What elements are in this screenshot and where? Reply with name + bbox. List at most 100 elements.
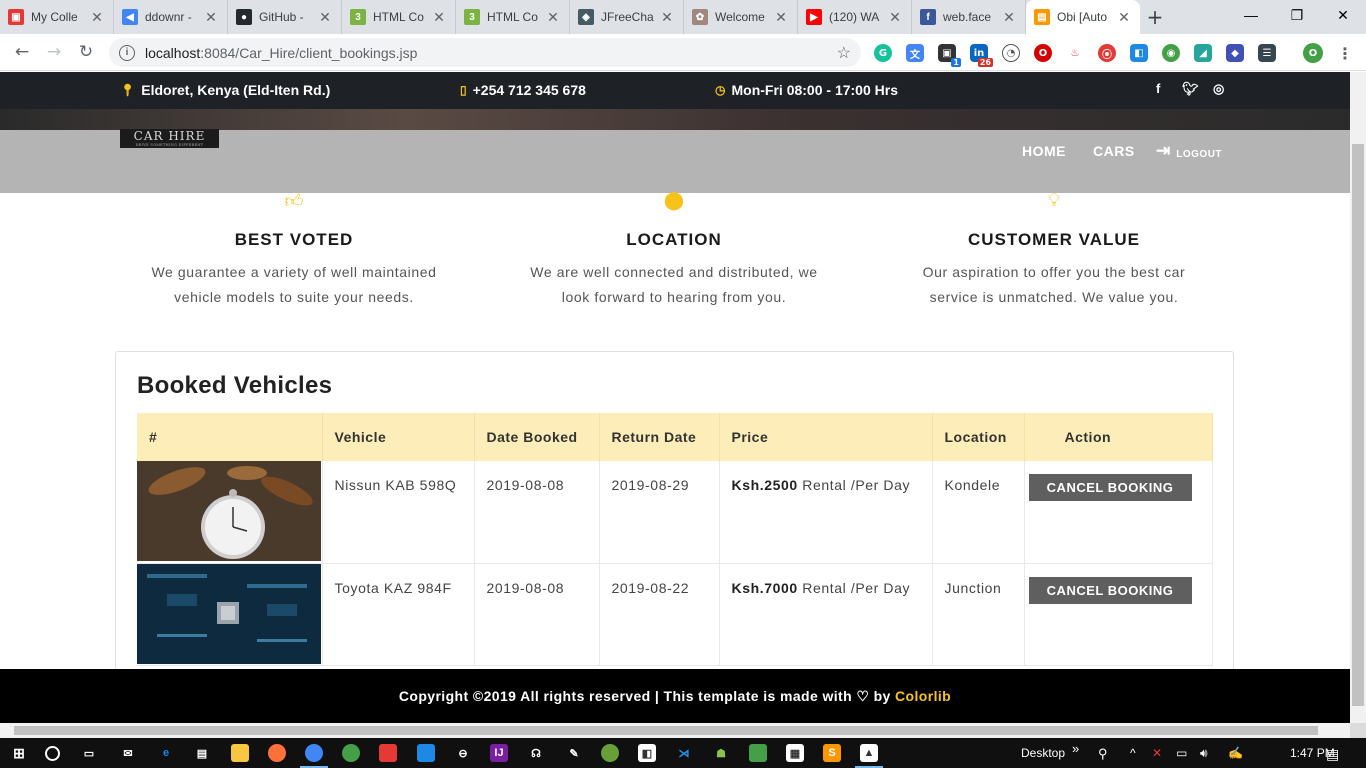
chrome-menu-icon[interactable]: ⋮: [1336, 44, 1354, 63]
office-app-icon[interactable]: [379, 744, 397, 762]
virtualbox-icon[interactable]: [417, 744, 435, 762]
forward-button[interactable]: →: [38, 36, 70, 68]
maximize-button[interactable]: ❐: [1274, 0, 1320, 30]
browser-tab[interactable]: 3 HTML Co ✕: [456, 0, 570, 34]
tab-close-icon[interactable]: ✕: [545, 9, 561, 26]
box-extension-icon[interactable]: ▣ 1: [938, 44, 961, 67]
close-window-button[interactable]: ✕: [1320, 0, 1366, 30]
browser-tab[interactable]: ▶ (120) WA ✕: [798, 0, 912, 34]
date-booked-cell: 2019-08-08: [474, 563, 600, 666]
tab-close-icon[interactable]: ✕: [203, 9, 219, 26]
profile-avatar[interactable]: O: [1303, 43, 1323, 63]
tab-close-icon[interactable]: ✕: [431, 9, 447, 26]
windows-start-icon[interactable]: ⊞: [10, 744, 28, 762]
translate-extension-icon[interactable]: 文: [906, 44, 924, 62]
file-explorer-icon[interactable]: [231, 744, 249, 762]
globe-app-icon[interactable]: [342, 744, 360, 762]
cancel-booking-button[interactable]: CANCEL BOOKING: [1028, 576, 1192, 604]
chrome-taskbar-icon[interactable]: [300, 744, 328, 768]
site-logo[interactable]: CAR HIRE DRIVE SOMETHING DIFFERENT: [120, 129, 219, 148]
bin-app-icon[interactable]: [749, 744, 767, 762]
toolbar-expand-icon[interactable]: »: [1072, 741, 1079, 756]
horizontal-scrollbar[interactable]: [0, 723, 1350, 738]
intellij-icon[interactable]: IJ: [490, 744, 508, 762]
browser-tab[interactable]: f web.face ✕: [912, 0, 1026, 34]
tab-close-icon[interactable]: ✕: [89, 9, 105, 26]
speed-extension-icon[interactable]: ◔: [1002, 44, 1020, 62]
booked-vehicles-card: Booked Vehicles # Vehicle Date Booked Re…: [115, 351, 1234, 723]
pen-app-icon[interactable]: ✎: [565, 744, 583, 762]
vscode-icon[interactable]: ⋊: [675, 744, 693, 762]
nav-cars[interactable]: CARS: [1093, 143, 1135, 159]
nav-logout[interactable]: ⇥ LOGOUT: [1156, 141, 1222, 161]
edge-icon[interactable]: e: [157, 744, 175, 762]
linkedin-extension-icon[interactable]: in 26: [970, 44, 993, 67]
address-bar[interactable]: i localhost:8084/Car_Hire/client_booking…: [109, 38, 861, 67]
battery-icon[interactable]: ▭: [1176, 746, 1187, 760]
table-row: Toyota KAZ 984F 2019-08-08 2019-08-22 Ks…: [137, 563, 1213, 666]
tab-close-icon[interactable]: ✕: [887, 9, 903, 26]
back-button[interactable]: ←: [6, 36, 38, 68]
show-hidden-icons[interactable]: ^: [1130, 746, 1136, 760]
feature-location: ⬤ LOCATION We are well connected and dis…: [484, 190, 864, 310]
browser-tab[interactable]: ● GitHub - ✕: [228, 0, 342, 34]
firefox-icon[interactable]: [268, 744, 286, 762]
search-icon[interactable]: [45, 746, 60, 761]
mail-icon[interactable]: ✉: [119, 744, 137, 762]
tab-close-icon[interactable]: ✕: [1001, 9, 1017, 26]
pdf-extension-icon[interactable]: ⦿: [1098, 44, 1116, 62]
android-icon[interactable]: ☗: [712, 744, 730, 762]
browser-tab[interactable]: ▤ Obi [Auto ✕: [1026, 0, 1140, 34]
globe-extension-icon[interactable]: ◉: [1162, 44, 1180, 62]
browser-tab[interactable]: 3 HTML Co ✕: [342, 0, 456, 34]
photos-app-icon[interactable]: ▲: [855, 744, 883, 768]
task-view-icon[interactable]: ▭: [80, 744, 98, 762]
vertical-scrollbar[interactable]: [1350, 72, 1366, 723]
tools-app-icon[interactable]: ☊: [527, 744, 545, 762]
tab-close-icon[interactable]: ✕: [317, 9, 333, 26]
opera-extension-icon[interactable]: O: [1034, 44, 1052, 62]
volume-icon[interactable]: 🔊︎: [1200, 746, 1208, 761]
facebook-icon[interactable]: f: [1156, 81, 1160, 96]
bookmark-star-icon[interactable]: ☆: [837, 43, 851, 63]
instagram-icon[interactable]: ◎: [1213, 81, 1224, 97]
sublime-icon[interactable]: S: [823, 744, 841, 762]
toggle-app-icon[interactable]: ⊖: [454, 744, 472, 762]
tab-title: web.face: [943, 10, 992, 24]
colorlib-link[interactable]: Colorlib: [895, 688, 951, 704]
tab-favicon-icon: ●: [236, 9, 252, 25]
tab-close-icon[interactable]: ✕: [659, 9, 675, 26]
nav-home[interactable]: HOME: [1022, 143, 1066, 159]
browser-tab[interactable]: ▣ My Colle ✕: [0, 0, 114, 34]
desktop-toolbar-label[interactable]: Desktop: [1021, 746, 1065, 760]
pen-workspace-icon[interactable]: ✍: [1228, 746, 1243, 760]
browser-tab[interactable]: ✿ Welcome ✕: [684, 0, 798, 34]
tab-title: Obi [Auto: [1057, 10, 1108, 24]
green-app-icon[interactable]: [601, 744, 619, 762]
new-tab-button[interactable]: +: [1140, 0, 1170, 34]
grammarly-extension-icon[interactable]: G: [874, 44, 892, 62]
tab-title: My Colle: [31, 10, 78, 24]
notepad-icon[interactable]: ▦: [786, 744, 804, 762]
people-icon[interactable]: ⚲: [1098, 746, 1108, 762]
menu-extension-icon[interactable]: ☰: [1258, 44, 1276, 62]
paint-app-icon[interactable]: ◧: [638, 744, 656, 762]
reload-button[interactable]: ↻: [70, 36, 102, 68]
minimize-button[interactable]: —: [1228, 0, 1274, 30]
tab-close-icon[interactable]: ✕: [1116, 9, 1132, 26]
flame-extension-icon[interactable]: ♨: [1066, 44, 1084, 62]
site-hours: Mon-Fri 08:00 - 17:00 Hrs: [731, 82, 898, 98]
feather-extension-icon[interactable]: ◢: [1194, 44, 1212, 62]
browser-tab[interactable]: ◀ ddownr - ✕: [114, 0, 228, 34]
cube-extension-icon[interactable]: ◆: [1226, 44, 1244, 62]
twitter-icon[interactable]: 🐦︎: [1182, 81, 1199, 97]
network-icon[interactable]: ✕: [1152, 746, 1162, 760]
browser-tab[interactable]: ◈ JFreeCha ✕: [570, 0, 684, 34]
tab-title: ddownr -: [145, 10, 192, 24]
tab-close-icon[interactable]: ✕: [773, 9, 789, 26]
notifications-icon[interactable]: ▤: [1326, 746, 1339, 763]
site-info-icon[interactable]: i: [119, 44, 135, 61]
cancel-booking-button[interactable]: CANCEL BOOKING: [1028, 474, 1192, 501]
image-extension-icon[interactable]: ◧: [1130, 44, 1148, 62]
store-icon[interactable]: ▤: [193, 744, 211, 762]
